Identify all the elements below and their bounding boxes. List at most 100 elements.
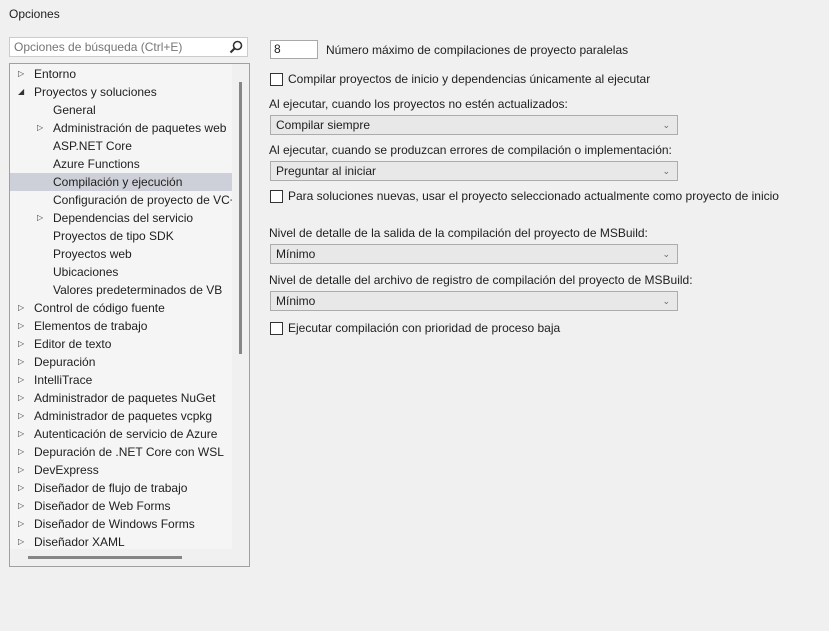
low-priority-checkbox[interactable] (270, 322, 283, 335)
tree-item-label: Entorno (34, 67, 77, 81)
tree-item[interactable]: ▷ Editor de texto (10, 335, 232, 353)
tree-item-label: Administrador de paquetes vcpkg (34, 409, 213, 423)
tree-item[interactable]: Valores predeterminados de VB (10, 281, 232, 299)
outdated-value: Compilar siempre (276, 118, 371, 132)
collapsed-arrow-icon[interactable]: ▷ (18, 515, 24, 533)
tree-item-label: Compilación y ejecución (53, 175, 183, 189)
tree-item-label: Administrador de paquetes NuGet (34, 391, 216, 405)
msbuild-log-select[interactable]: Mínimo ⌄ (270, 291, 678, 311)
tree-item[interactable]: General (10, 101, 232, 119)
new-solutions-checkbox[interactable] (270, 190, 283, 203)
tree-item[interactable]: Compilación y ejecución (10, 173, 232, 191)
chevron-down-icon: ⌄ (662, 249, 670, 259)
window-title: Opciones (9, 7, 60, 21)
collapsed-arrow-icon[interactable]: ▷ (18, 461, 24, 479)
tree-item-label: Autenticación de servicio de Azure (34, 427, 218, 441)
tree-item-label: Depuración de .NET Core con WSL (34, 445, 224, 459)
tree-viewport: ▷ Entorno ◢ Proyectos y soluciones General ▷ A… (10, 64, 232, 549)
tree-item-label: DevExpress (34, 463, 99, 477)
build-startup-checkbox[interactable] (270, 73, 283, 86)
tree-item[interactable]: ▷ Diseñador XAML (10, 533, 232, 549)
collapsed-arrow-icon[interactable]: ▷ (18, 65, 24, 83)
tree-item[interactable]: ▷ Administración de paquetes web (10, 119, 232, 137)
collapsed-arrow-icon[interactable]: ▷ (18, 317, 24, 335)
errors-value: Preguntar al iniciar (276, 164, 377, 178)
parallel-builds-label: Número máximo de compilaciones de proyec… (326, 43, 629, 57)
collapsed-arrow-icon[interactable]: ▷ (37, 209, 43, 227)
collapsed-arrow-icon[interactable]: ▷ (18, 479, 24, 497)
tree-item-label: Depuración (34, 355, 96, 369)
msbuild-output-select[interactable]: Mínimo ⌄ (270, 244, 678, 264)
tree-item[interactable]: ▷ Control de código fuente (10, 299, 232, 317)
low-priority-label: Ejecutar compilación con prioridad de pr… (288, 321, 561, 335)
tree-item[interactable]: ▷ Diseñador de flujo de trabajo (10, 479, 232, 497)
tree-item-label: Diseñador de Windows Forms (34, 517, 195, 531)
collapsed-arrow-icon[interactable]: ▷ (18, 353, 24, 371)
vertical-scrollbar[interactable] (239, 82, 242, 354)
outdated-label: Al ejecutar, cuando los proyectos no est… (269, 97, 568, 111)
tree-item-label: Ubicaciones (53, 265, 119, 279)
tree-item[interactable]: ▷ Depuración de .NET Core con WSL (10, 443, 232, 461)
tree-item[interactable]: ▷ Administrador de paquetes vcpkg (10, 407, 232, 425)
msbuild-log-value: Mínimo (276, 294, 316, 308)
msbuild-output-label: Nivel de detalle de la salida de la comp… (269, 226, 648, 240)
errors-label: Al ejecutar, cuando se produzcan errores… (269, 143, 672, 157)
tree-item[interactable]: ◢ Proyectos y soluciones (10, 83, 232, 101)
options-tree: ▷ Entorno ◢ Proyectos y soluciones General ▷ A… (9, 63, 250, 567)
tree-item[interactable]: ▷ Depuración (10, 353, 232, 371)
search-icon[interactable] (229, 40, 243, 57)
errors-select[interactable]: Preguntar al iniciar ⌄ (270, 161, 678, 181)
tree-item[interactable]: ▷ DevExpress (10, 461, 232, 479)
tree-item-label: Configuración de proyecto de VC++ (53, 193, 232, 207)
collapsed-arrow-icon[interactable]: ▷ (18, 299, 24, 317)
tree-item[interactable]: ▷ Autenticación de servicio de Azure (10, 425, 232, 443)
tree-item[interactable]: ▷ Administrador de paquetes NuGet (10, 389, 232, 407)
tree-item[interactable]: ▷ Diseñador de Web Forms (10, 497, 232, 515)
horizontal-scrollbar[interactable] (28, 556, 182, 559)
tree-item-label: Proyectos y soluciones (34, 85, 157, 99)
tree-item-label: Control de código fuente (34, 301, 165, 315)
search-box[interactable] (9, 37, 248, 57)
tree-item-label: Proyectos de tipo SDK (53, 229, 174, 243)
chevron-down-icon: ⌄ (662, 296, 670, 306)
tree-item[interactable]: ▷ Diseñador de Windows Forms (10, 515, 232, 533)
parallel-builds-input[interactable]: 8 (270, 40, 318, 59)
tree-item-label: Valores predeterminados de VB (53, 283, 223, 297)
tree-item-label: ASP.NET Core (53, 139, 132, 153)
collapsed-arrow-icon[interactable]: ▷ (18, 389, 24, 407)
tree-item-label: Administración de paquetes web (53, 121, 227, 135)
tree-item-label: Azure Functions (53, 157, 140, 171)
chevron-down-icon: ⌄ (662, 166, 670, 176)
collapsed-arrow-icon[interactable]: ▷ (18, 497, 24, 515)
collapsed-arrow-icon[interactable]: ▷ (18, 425, 24, 443)
search-input[interactable] (10, 38, 228, 56)
tree-item[interactable]: ▷ Dependencias del servicio (10, 209, 232, 227)
outdated-select[interactable]: Compilar siempre ⌄ (270, 115, 678, 135)
tree-item-label: Diseñador de flujo de trabajo (34, 481, 188, 495)
msbuild-log-label: Nivel de detalle del archivo de registro… (269, 273, 693, 287)
tree-item-label: Elementos de trabajo (34, 319, 148, 333)
tree-item[interactable]: ASP.NET Core (10, 137, 232, 155)
collapsed-arrow-icon[interactable]: ▷ (18, 443, 24, 461)
collapsed-arrow-icon[interactable]: ▷ (18, 533, 24, 549)
expanded-arrow-icon[interactable]: ◢ (18, 83, 24, 101)
tree-item[interactable]: ▷ Elementos de trabajo (10, 317, 232, 335)
tree-item[interactable]: Ubicaciones (10, 263, 232, 281)
collapsed-arrow-icon[interactable]: ▷ (18, 335, 24, 353)
tree-item-label: Diseñador XAML (34, 535, 125, 549)
tree-item[interactable]: Azure Functions (10, 155, 232, 173)
tree-item-label: IntelliTrace (34, 373, 93, 387)
build-startup-label: Compilar proyectos de inicio y dependenc… (288, 72, 651, 86)
tree-item[interactable]: Proyectos de tipo SDK (10, 227, 232, 245)
tree-item-label: Proyectos web (53, 247, 132, 261)
tree-item[interactable]: Configuración de proyecto de VC++ (10, 191, 232, 209)
chevron-down-icon: ⌄ (662, 120, 670, 130)
tree-item[interactable]: Proyectos web (10, 245, 232, 263)
collapsed-arrow-icon[interactable]: ▷ (18, 407, 24, 425)
tree-item[interactable]: ▷ Entorno (10, 65, 232, 83)
new-solutions-label: Para soluciones nuevas, usar el proyecto… (288, 189, 779, 203)
tree-item-label: Editor de texto (34, 337, 112, 351)
collapsed-arrow-icon[interactable]: ▷ (37, 119, 43, 137)
collapsed-arrow-icon[interactable]: ▷ (18, 371, 24, 389)
tree-item[interactable]: ▷ IntelliTrace (10, 371, 232, 389)
